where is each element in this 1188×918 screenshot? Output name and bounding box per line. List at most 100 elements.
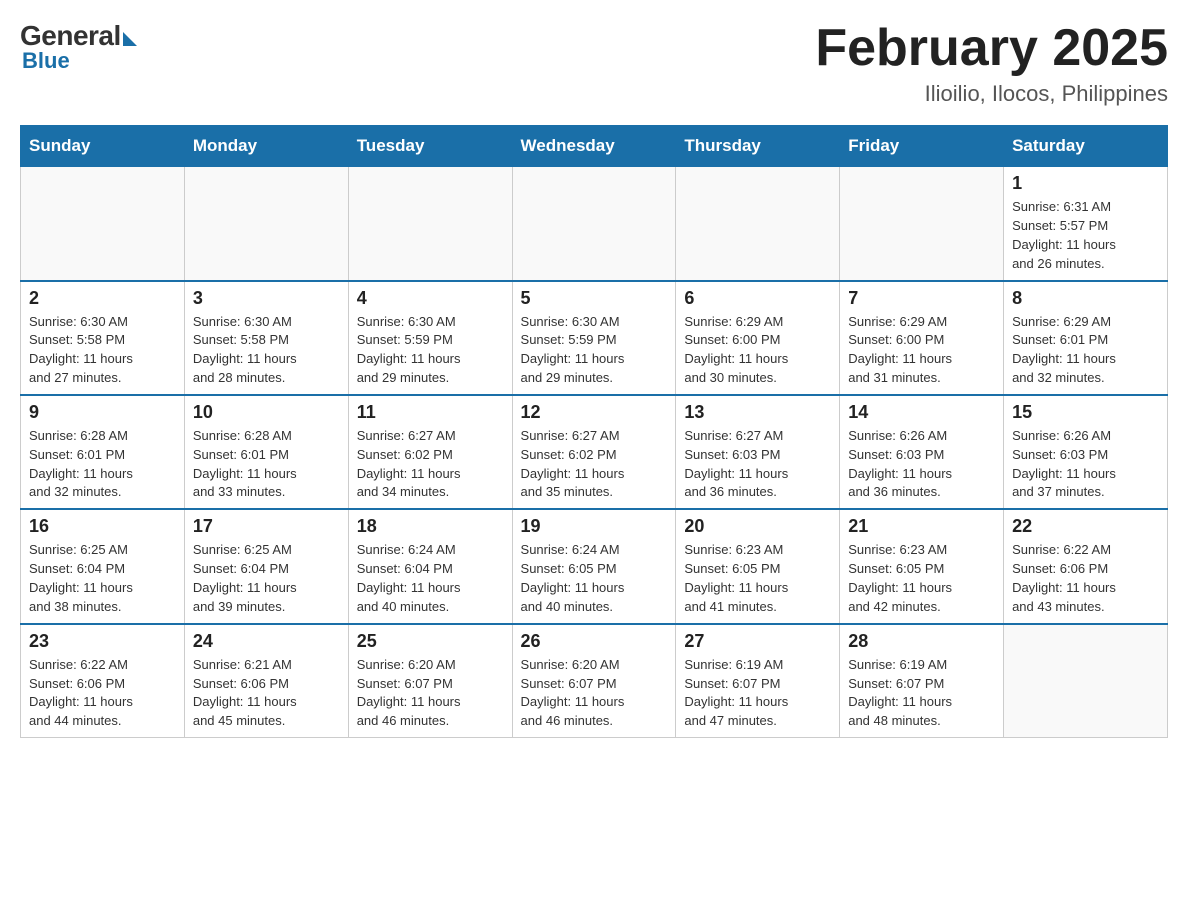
day-number: 16 [29, 516, 176, 537]
day-number: 2 [29, 288, 176, 309]
day-info: Sunrise: 6:19 AM Sunset: 6:07 PM Dayligh… [848, 656, 995, 731]
day-info: Sunrise: 6:24 AM Sunset: 6:04 PM Dayligh… [357, 541, 504, 616]
day-number: 9 [29, 402, 176, 423]
day-number: 18 [357, 516, 504, 537]
day-of-week-header: Tuesday [348, 126, 512, 167]
calendar-week-row: 9 Sunrise: 6:28 AM Sunset: 6:01 PM Daylig… [21, 395, 1168, 509]
day-info: Sunrise: 6:20 AM Sunset: 6:07 PM Dayligh… [521, 656, 668, 731]
day-number: 21 [848, 516, 995, 537]
day-info: Sunrise: 6:23 AM Sunset: 6:05 PM Dayligh… [848, 541, 995, 616]
day-info: Sunrise: 6:29 AM Sunset: 6:00 PM Dayligh… [684, 313, 831, 388]
day-info: Sunrise: 6:27 AM Sunset: 6:03 PM Dayligh… [684, 427, 831, 502]
calendar-day-cell: 18 Sunrise: 6:24 AM Sunset: 6:04 PM Dayli… [348, 509, 512, 623]
day-info: Sunrise: 6:22 AM Sunset: 6:06 PM Dayligh… [1012, 541, 1159, 616]
day-info: Sunrise: 6:26 AM Sunset: 6:03 PM Dayligh… [848, 427, 995, 502]
calendar-day-cell: 14 Sunrise: 6:26 AM Sunset: 6:03 PM Dayli… [840, 395, 1004, 509]
calendar-header-row: SundayMondayTuesdayWednesdayThursdayFrid… [21, 126, 1168, 167]
calendar-day-cell: 7 Sunrise: 6:29 AM Sunset: 6:00 PM Daylig… [840, 281, 1004, 395]
day-number: 22 [1012, 516, 1159, 537]
day-number: 4 [357, 288, 504, 309]
calendar-day-cell [840, 167, 1004, 281]
calendar-table: SundayMondayTuesdayWednesdayThursdayFrid… [20, 125, 1168, 738]
day-info: Sunrise: 6:29 AM Sunset: 6:01 PM Dayligh… [1012, 313, 1159, 388]
day-of-week-header: Saturday [1004, 126, 1168, 167]
day-number: 10 [193, 402, 340, 423]
day-number: 12 [521, 402, 668, 423]
day-of-week-header: Thursday [676, 126, 840, 167]
day-number: 5 [521, 288, 668, 309]
calendar-day-cell: 8Sunrise: 6:29 AM Sunset: 6:01 PM Daylig… [1004, 281, 1168, 395]
day-info: Sunrise: 6:30 AM Sunset: 5:59 PM Dayligh… [521, 313, 668, 388]
day-number: 6 [684, 288, 831, 309]
day-info: Sunrise: 6:21 AM Sunset: 6:06 PM Dayligh… [193, 656, 340, 731]
calendar-week-row: 16 Sunrise: 6:25 AM Sunset: 6:04 PM Dayli… [21, 509, 1168, 623]
calendar-day-cell [1004, 624, 1168, 738]
calendar-week-row: 2 Sunrise: 6:30 AM Sunset: 5:58 PM Daylig… [21, 281, 1168, 395]
day-number: 20 [684, 516, 831, 537]
day-info: Sunrise: 6:31 AM Sunset: 5:57 PM Dayligh… [1012, 198, 1159, 273]
calendar-day-cell: 19 Sunrise: 6:24 AM Sunset: 6:05 PM Dayli… [512, 509, 676, 623]
day-number: 1 [1012, 173, 1159, 194]
day-number: 26 [521, 631, 668, 652]
logo: General Blue [20, 20, 137, 74]
day-info: Sunrise: 6:28 AM Sunset: 6:01 PM Dayligh… [29, 427, 176, 502]
day-info: Sunrise: 6:29 AM Sunset: 6:00 PM Dayligh… [848, 313, 995, 388]
day-info: Sunrise: 6:23 AM Sunset: 6:05 PM Dayligh… [684, 541, 831, 616]
day-info: Sunrise: 6:19 AM Sunset: 6:07 PM Dayligh… [684, 656, 831, 731]
day-number: 27 [684, 631, 831, 652]
day-number: 11 [357, 402, 504, 423]
calendar-week-row: 23 Sunrise: 6:22 AM Sunset: 6:06 PM Dayli… [21, 624, 1168, 738]
day-number: 19 [521, 516, 668, 537]
location-text: Ilioilio, Ilocos, Philippines [815, 81, 1168, 107]
logo-arrow-icon [123, 32, 137, 46]
calendar-day-cell: 28 Sunrise: 6:19 AM Sunset: 6:07 PM Dayli… [840, 624, 1004, 738]
calendar-day-cell: 25 Sunrise: 6:20 AM Sunset: 6:07 PM Dayli… [348, 624, 512, 738]
calendar-day-cell: 9 Sunrise: 6:28 AM Sunset: 6:01 PM Daylig… [21, 395, 185, 509]
day-number: 23 [29, 631, 176, 652]
calendar-day-cell: 21 Sunrise: 6:23 AM Sunset: 6:05 PM Dayli… [840, 509, 1004, 623]
calendar-day-cell: 6 Sunrise: 6:29 AM Sunset: 6:00 PM Daylig… [676, 281, 840, 395]
calendar-day-cell: 1 Sunrise: 6:31 AM Sunset: 5:57 PM Daylig… [1004, 167, 1168, 281]
day-info: Sunrise: 6:30 AM Sunset: 5:58 PM Dayligh… [193, 313, 340, 388]
day-info: Sunrise: 6:25 AM Sunset: 6:04 PM Dayligh… [193, 541, 340, 616]
day-info: Sunrise: 6:30 AM Sunset: 5:58 PM Dayligh… [29, 313, 176, 388]
day-number: 15 [1012, 402, 1159, 423]
month-title: February 2025 [815, 20, 1168, 77]
calendar-day-cell: 3 Sunrise: 6:30 AM Sunset: 5:58 PM Daylig… [184, 281, 348, 395]
calendar-day-cell: 2 Sunrise: 6:30 AM Sunset: 5:58 PM Daylig… [21, 281, 185, 395]
title-area: February 2025 Ilioilio, Ilocos, Philippi… [815, 20, 1168, 107]
calendar-day-cell: 22 Sunrise: 6:22 AM Sunset: 6:06 PM Dayli… [1004, 509, 1168, 623]
calendar-week-row: 1 Sunrise: 6:31 AM Sunset: 5:57 PM Daylig… [21, 167, 1168, 281]
calendar-day-cell [21, 167, 185, 281]
page-header: General Blue February 2025 Ilioilio, Ilo… [20, 20, 1168, 107]
calendar-day-cell: 5 Sunrise: 6:30 AM Sunset: 5:59 PM Daylig… [512, 281, 676, 395]
day-info: Sunrise: 6:28 AM Sunset: 6:01 PM Dayligh… [193, 427, 340, 502]
day-number: 24 [193, 631, 340, 652]
day-info: Sunrise: 6:24 AM Sunset: 6:05 PM Dayligh… [521, 541, 668, 616]
calendar-day-cell: 24 Sunrise: 6:21 AM Sunset: 6:06 PM Dayli… [184, 624, 348, 738]
calendar-day-cell: 20 Sunrise: 6:23 AM Sunset: 6:05 PM Dayli… [676, 509, 840, 623]
calendar-day-cell: 10 Sunrise: 6:28 AM Sunset: 6:01 PM Dayli… [184, 395, 348, 509]
calendar-day-cell: 27 Sunrise: 6:19 AM Sunset: 6:07 PM Dayli… [676, 624, 840, 738]
day-of-week-header: Sunday [21, 126, 185, 167]
day-info: Sunrise: 6:27 AM Sunset: 6:02 PM Dayligh… [357, 427, 504, 502]
calendar-day-cell: 23 Sunrise: 6:22 AM Sunset: 6:06 PM Dayli… [21, 624, 185, 738]
calendar-day-cell [676, 167, 840, 281]
calendar-day-cell [512, 167, 676, 281]
calendar-day-cell: 16 Sunrise: 6:25 AM Sunset: 6:04 PM Dayli… [21, 509, 185, 623]
calendar-day-cell: 26 Sunrise: 6:20 AM Sunset: 6:07 PM Dayli… [512, 624, 676, 738]
day-number: 28 [848, 631, 995, 652]
day-number: 25 [357, 631, 504, 652]
calendar-day-cell [348, 167, 512, 281]
calendar-day-cell: 11 Sunrise: 6:27 AM Sunset: 6:02 PM Dayli… [348, 395, 512, 509]
day-number: 17 [193, 516, 340, 537]
day-info: Sunrise: 6:20 AM Sunset: 6:07 PM Dayligh… [357, 656, 504, 731]
day-info: Sunrise: 6:30 AM Sunset: 5:59 PM Dayligh… [357, 313, 504, 388]
calendar-day-cell [184, 167, 348, 281]
day-info: Sunrise: 6:22 AM Sunset: 6:06 PM Dayligh… [29, 656, 176, 731]
day-info: Sunrise: 6:25 AM Sunset: 6:04 PM Dayligh… [29, 541, 176, 616]
day-number: 13 [684, 402, 831, 423]
day-number: 14 [848, 402, 995, 423]
day-number: 7 [848, 288, 995, 309]
day-number: 3 [193, 288, 340, 309]
